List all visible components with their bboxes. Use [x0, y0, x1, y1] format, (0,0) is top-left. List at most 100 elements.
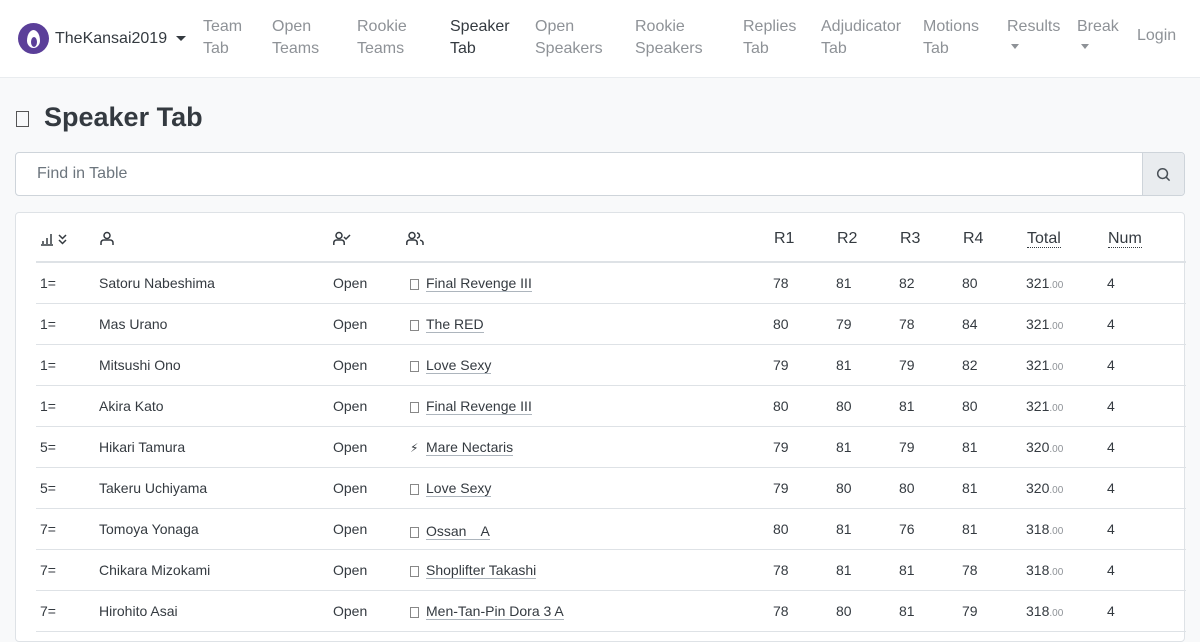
table-row: 5= Takeru Uchiyama Open 79 80 80 81 4 Love Sexy 3…: [36, 468, 1186, 509]
nav-label: Break: [1077, 18, 1119, 35]
team-emoji-icon: [410, 566, 419, 577]
r2-column-header[interactable]: R2: [837, 230, 857, 248]
r2-score-cell: 79: [836, 316, 852, 332]
r2-score-cell: 81: [836, 439, 852, 455]
r3-score-cell: 81: [899, 398, 915, 414]
rank-sort-icon: [41, 234, 67, 246]
total-score-cell: 320.00: [1026, 480, 1063, 496]
login-link[interactable]: Login: [1137, 27, 1176, 45]
nav-label: Open: [272, 18, 312, 35]
team-emoji-icon: [410, 320, 419, 331]
r2-score-cell: 81: [836, 275, 852, 291]
nav-label: Rookie: [635, 18, 685, 35]
team-cell: Final Revenge III: [410, 275, 532, 292]
r4-score-cell: 78: [962, 562, 978, 578]
total-integer: 321: [1026, 357, 1050, 373]
nav-motions-tab[interactable]: Motions Tab: [923, 16, 979, 60]
speaker-column-header[interactable]: [100, 231, 114, 246]
speaker-name-cell: Takeru Uchiyama: [99, 480, 208, 496]
team-link[interactable]: Final Revenge III: [426, 275, 532, 292]
r4-column-header[interactable]: R4: [963, 230, 983, 248]
nav-label: Teams: [357, 40, 405, 57]
nav-adjudicator-tab[interactable]: Adjudicator Tab: [821, 16, 901, 60]
nav-label: Adjudicator: [821, 18, 902, 35]
r1-score-cell: 79: [773, 480, 789, 496]
team-link[interactable]: Love Sexy: [426, 480, 492, 497]
category-cell: Open: [333, 316, 368, 332]
total-decimals: .00: [1049, 362, 1064, 373]
nav-open-speakers[interactable]: Open Speakers: [535, 16, 603, 60]
nav-label: Replies: [743, 18, 797, 35]
nav-open-teams[interactable]: Open Teams: [272, 16, 319, 60]
team-cell: Final Revenge III: [410, 398, 532, 415]
num-column-header[interactable]: Num: [1108, 230, 1142, 248]
page-title-text: Speaker Tab: [44, 102, 203, 132]
category-cell: Open: [333, 521, 368, 537]
search-button[interactable]: [1142, 153, 1184, 195]
total-decimals: .00: [1049, 567, 1064, 578]
nav-break-dropdown[interactable]: Break: [1077, 16, 1119, 49]
total-integer: 320: [1026, 439, 1050, 455]
r3-column-header[interactable]: R3: [900, 230, 920, 248]
nav-speaker-tab[interactable]: Speaker Tab: [450, 16, 510, 60]
nav-rookie-teams[interactable]: Rookie Teams: [357, 16, 407, 60]
total-decimals: .00: [1049, 403, 1064, 414]
total-decimals: .00: [1049, 280, 1064, 291]
category-cell: Open: [333, 275, 368, 291]
category-column-header[interactable]: [333, 231, 351, 246]
nav-label: Tab: [450, 40, 476, 57]
speaker-name-cell: Chikara Mizokami: [99, 562, 211, 578]
speaker-name-cell: Hirohito Asai: [99, 603, 178, 619]
search-input[interactable]: [16, 153, 1142, 195]
total-column-header[interactable]: Total: [1027, 230, 1061, 248]
r1-score-cell: 79: [773, 439, 789, 455]
r2-score-cell: 80: [836, 398, 852, 414]
team-link[interactable]: The RED: [426, 316, 484, 333]
r2-score-cell: 80: [836, 480, 852, 496]
speaker-name-cell: Tomoya Yonaga: [99, 521, 199, 537]
r1-score-cell: 80: [773, 316, 789, 332]
team-link[interactable]: Final Revenge III: [426, 398, 532, 415]
total-score-cell: 318.00: [1026, 521, 1063, 537]
nav-label: Tab: [821, 40, 847, 57]
rank-column-header[interactable]: [41, 232, 71, 246]
nav-label: Speakers: [535, 40, 603, 57]
team-link[interactable]: Mare Nectaris: [426, 439, 514, 456]
team-link[interactable]: Ossan A: [426, 523, 490, 540]
rank-cell: 5=: [40, 480, 56, 496]
tabbycat-logo-icon: [18, 23, 49, 54]
team-column-header[interactable]: [406, 231, 424, 246]
nav-label: Speakers: [635, 40, 703, 57]
r3-score-cell: 82: [899, 275, 915, 291]
speaker-name-cell: Satoru Nabeshima: [99, 275, 215, 291]
r1-score-cell: 78: [773, 603, 789, 619]
total-decimals: .00: [1049, 526, 1064, 537]
num-cell: 4: [1107, 480, 1115, 496]
total-integer: 318: [1026, 562, 1050, 578]
r3-score-cell: 79: [899, 439, 915, 455]
table-row: 7= Chikara Mizokami Open 78 81 81 78 4 Shoplifte…: [36, 550, 1186, 591]
team-cell: The RED: [410, 316, 484, 333]
nav-team-tab[interactable]: Team Tab: [203, 16, 242, 60]
nav-label: Team: [203, 18, 243, 35]
total-score-cell: 320.00: [1026, 439, 1063, 455]
rank-cell: 7=: [40, 562, 56, 578]
r2-score-cell: 81: [836, 562, 852, 578]
num-cell: 4: [1107, 275, 1115, 291]
nav-rookie-speakers[interactable]: Rookie Speakers: [635, 16, 703, 60]
nav-replies-tab[interactable]: Replies Tab: [743, 16, 796, 60]
team-link[interactable]: Shoplifter Takashi: [426, 562, 537, 579]
tournament-brand-dropdown[interactable]: TheKansai2019: [18, 23, 187, 54]
r3-score-cell: 81: [899, 603, 915, 619]
table-row: 1= Akira Kato Open 80 80 81 80 4 Final Revenge I…: [36, 386, 1186, 427]
r2-score-cell: 81: [836, 521, 852, 537]
nav-results-dropdown[interactable]: Results: [1007, 16, 1060, 49]
team-link[interactable]: Men-Tan-Pin Dora 3 A: [426, 603, 564, 620]
r1-column-header[interactable]: R1: [774, 230, 794, 248]
r4-score-cell: 80: [962, 398, 978, 414]
nav-label: Motions: [923, 18, 980, 35]
team-link[interactable]: Love Sexy: [426, 357, 492, 374]
rank-cell: 7=: [40, 521, 56, 537]
total-decimals: .00: [1049, 608, 1064, 619]
page-icon: [16, 110, 29, 127]
